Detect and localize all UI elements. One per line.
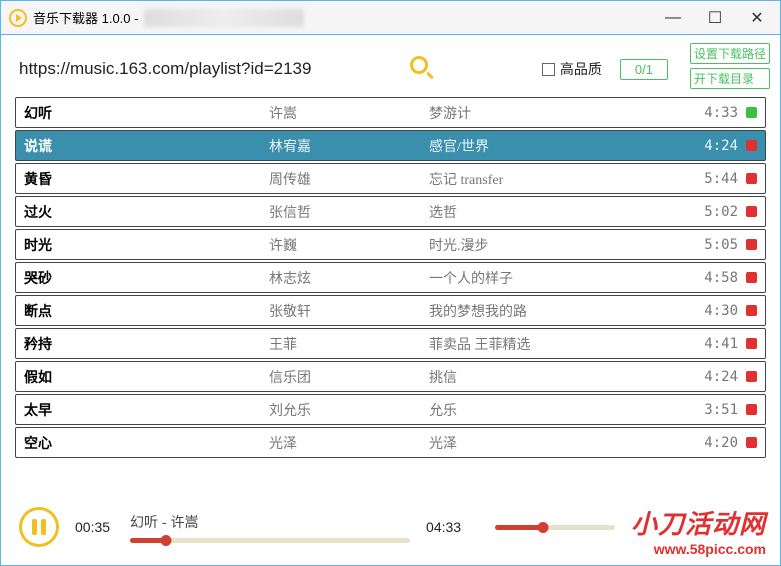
status-dot <box>746 206 757 217</box>
track-album: 梦游计 <box>429 103 688 123</box>
track-title: 断点 <box>24 301 269 321</box>
pause-button[interactable] <box>19 507 59 547</box>
track-artist: 信乐团 <box>269 367 429 387</box>
track-title: 说谎 <box>24 136 269 156</box>
track-duration: 5:05 <box>688 237 738 253</box>
track-album: 忘记 transfer <box>429 169 688 189</box>
track-duration: 4:20 <box>688 435 738 451</box>
track-artist: 林宥嘉 <box>269 136 429 156</box>
status-dot <box>746 371 757 382</box>
search-icon[interactable] <box>409 55 437 83</box>
watermark: 小刀活动网 www.58picc.com <box>631 504 766 557</box>
track-artist: 张敬轩 <box>269 301 429 321</box>
close-button[interactable]: ✕ <box>750 11 764 25</box>
track-duration: 4:24 <box>688 138 738 154</box>
app-icon <box>9 9 27 27</box>
track-duration: 4:30 <box>688 303 738 319</box>
toolbar: 高品质 0/1 <box>1 35 780 97</box>
track-title: 太早 <box>24 400 269 420</box>
track-duration: 4:41 <box>688 336 738 352</box>
track-artist: 林志炫 <box>269 268 429 288</box>
minimize-button[interactable]: — <box>666 11 680 25</box>
track-album: 挑信 <box>429 367 688 387</box>
track-title: 哭砂 <box>24 268 269 288</box>
status-dot <box>746 404 757 415</box>
open-download-dir-button[interactable]: 开下载目录 <box>690 68 770 89</box>
track-title: 时光 <box>24 235 269 255</box>
track-title: 空心 <box>24 433 269 453</box>
track-artist: 许巍 <box>269 235 429 255</box>
track-row[interactable]: 空心光泽光泽4:20 <box>15 427 766 458</box>
track-artist: 周传雄 <box>269 169 429 189</box>
track-row[interactable]: 矜持王菲菲卖品 王菲精选4:41 <box>15 328 766 359</box>
set-download-path-button[interactable]: 设置下载路径 <box>690 43 770 64</box>
checkbox-icon <box>542 63 555 76</box>
status-dot <box>746 272 757 283</box>
titlebar: 音乐下载器 1.0.0 - — ☐ ✕ <box>1 1 780 35</box>
track-row[interactable]: 幻听许嵩梦游计4:33 <box>15 97 766 128</box>
track-duration: 4:33 <box>688 105 738 121</box>
track-row[interactable]: 哭砂林志炫一个人的样子4:58 <box>15 262 766 293</box>
track-duration: 4:58 <box>688 270 738 286</box>
title-blur <box>144 9 304 27</box>
url-input[interactable] <box>19 59 399 79</box>
track-title: 过火 <box>24 202 269 222</box>
status-dot <box>746 305 757 316</box>
now-playing-label: 幻听 - 许嵩 <box>130 512 410 532</box>
track-duration: 4:24 <box>688 369 738 385</box>
track-album: 光泽 <box>429 433 688 453</box>
track-album: 允乐 <box>429 400 688 420</box>
maximize-button[interactable]: ☐ <box>708 11 722 25</box>
track-album: 我的梦想我的路 <box>429 301 688 321</box>
track-title: 矜持 <box>24 334 269 354</box>
volume-bar[interactable] <box>495 525 615 530</box>
track-row[interactable]: 说谎林宥嘉感官/世界4:24 <box>15 130 766 161</box>
track-duration: 3:51 <box>688 402 738 418</box>
status-dot <box>746 239 757 250</box>
track-artist: 许嵩 <box>269 103 429 123</box>
track-title: 假如 <box>24 367 269 387</box>
total-time: 04:33 <box>426 519 461 535</box>
track-row[interactable]: 断点张敬轩我的梦想我的路4:30 <box>15 295 766 326</box>
track-row[interactable]: 时光许巍时光.漫步5:05 <box>15 229 766 260</box>
high-quality-checkbox[interactable]: 高品质 <box>542 59 602 79</box>
track-title: 幻听 <box>24 103 269 123</box>
track-album: 时光.漫步 <box>429 235 688 255</box>
track-artist: 刘允乐 <box>269 400 429 420</box>
status-dot <box>746 437 757 448</box>
track-row[interactable]: 黄昏周传雄忘记 transfer5:44 <box>15 163 766 194</box>
progress-bar[interactable] <box>130 538 410 543</box>
track-row[interactable]: 过火张信哲选哲5:02 <box>15 196 766 227</box>
track-row[interactable]: 假如信乐团挑信4:24 <box>15 361 766 392</box>
track-album: 菲卖品 王菲精选 <box>429 334 688 354</box>
window-title: 音乐下载器 1.0.0 - <box>33 8 138 27</box>
status-dot <box>746 173 757 184</box>
status-dot <box>746 107 757 118</box>
track-artist: 张信哲 <box>269 202 429 222</box>
track-title: 黄昏 <box>24 169 269 189</box>
track-list: 幻听许嵩梦游计4:33说谎林宥嘉感官/世界4:24黄昏周传雄忘记 transfe… <box>1 97 780 469</box>
track-album: 一个人的样子 <box>429 268 688 288</box>
track-album: 感官/世界 <box>429 136 688 156</box>
track-album: 选哲 <box>429 202 688 222</box>
track-duration: 5:44 <box>688 171 738 187</box>
pause-icon <box>32 519 46 535</box>
download-counter: 0/1 <box>620 59 668 80</box>
status-dot <box>746 338 757 349</box>
track-row[interactable]: 太早刘允乐允乐3:51 <box>15 394 766 425</box>
track-duration: 5:02 <box>688 204 738 220</box>
elapsed-time: 00:35 <box>75 519 110 535</box>
track-artist: 光泽 <box>269 433 429 453</box>
status-dot <box>746 140 757 151</box>
track-artist: 王菲 <box>269 334 429 354</box>
